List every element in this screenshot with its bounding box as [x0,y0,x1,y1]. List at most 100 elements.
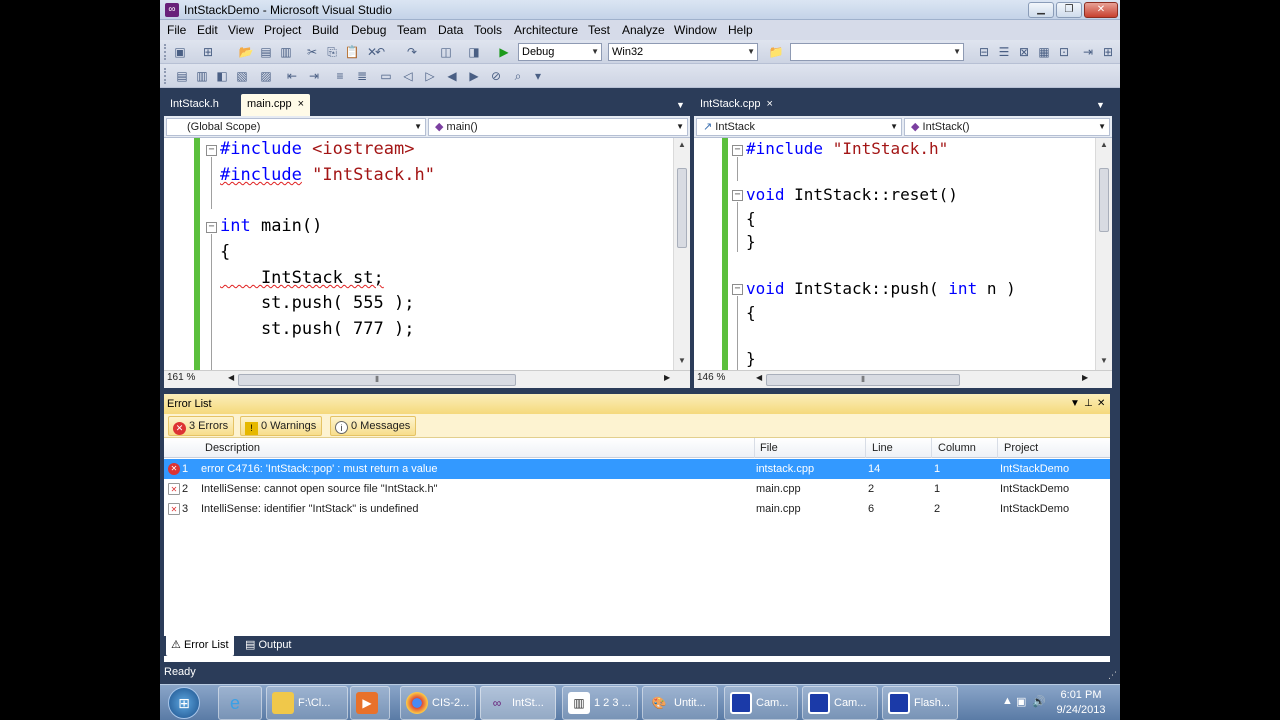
save-icon[interactable]: ▤ [258,44,274,60]
error-row[interactable]: ✕ 2 IntelliSense: cannot open source fil… [164,479,1110,499]
column-file[interactable]: File [760,442,778,454]
tab-error-list[interactable]: ⚠ Error List [166,636,234,656]
network-icon[interactable]: ▣ [1016,695,1026,708]
scope-combo[interactable]: ↗ IntStack ▼ [696,118,902,136]
menu-analyze[interactable]: Analyze [622,23,665,37]
next-bookmark-icon[interactable]: ▷ [422,68,438,84]
column-separator[interactable] [931,438,932,458]
close-button[interactable]: ✕ [1084,2,1118,18]
menu-team[interactable]: Team [397,23,426,37]
navigate-forward-icon[interactable]: ◨ [466,44,482,60]
fold-collapse-icon[interactable]: − [732,284,743,295]
toolbox-icon[interactable]: ▦ [1036,44,1052,60]
menu-project[interactable]: Project [264,23,301,37]
scroll-up-icon[interactable]: ▲ [1100,140,1108,149]
close-icon[interactable]: ✕ [1097,394,1105,414]
start-button[interactable]: ⊞ [168,687,200,719]
menu-build[interactable]: Build [312,23,339,37]
taskbar-document[interactable]: ▥ 1 2 3 ... [562,686,638,720]
scroll-right-icon[interactable]: ▶ [664,373,670,382]
zoom-level[interactable]: 161 % [167,372,195,383]
column-separator[interactable] [754,438,755,458]
menu-tools[interactable]: Tools [474,23,502,37]
menu-edit[interactable]: Edit [197,23,218,37]
vertical-scrollbar[interactable]: ▲ ▼ [1095,138,1112,370]
fold-collapse-icon[interactable]: − [732,190,743,201]
scope-combo[interactable]: (Global Scope) ▼ [166,118,426,136]
volume-icon[interactable]: 🔊 [1032,695,1046,708]
find-in-files-icon[interactable]: 📁 [768,44,784,60]
column-column[interactable]: Column [938,442,976,454]
close-icon[interactable]: × [298,98,304,110]
redo-icon[interactable]: ↷ [404,44,420,60]
taskbar-media-player[interactable]: ▶ [350,686,390,720]
pin-icon[interactable]: ⊥ [1084,394,1093,414]
cut-icon[interactable]: ✂ [304,44,320,60]
find-icon[interactable]: ⌕ [510,68,526,84]
menu-help[interactable]: Help [728,23,753,37]
column-project[interactable]: Project [1004,442,1038,454]
menu-window[interactable]: Window [674,23,717,37]
column-description[interactable]: Description [205,442,260,454]
maximize-button[interactable]: ❐ [1056,2,1082,18]
increase-indent-icon[interactable]: ⇥ [306,68,322,84]
error-row[interactable]: ✕ 3 IntelliSense: identifier "IntStack" … [164,499,1110,519]
save-all-icon[interactable]: ▥ [278,44,294,60]
taskbar-flash[interactable]: Flash... [882,686,958,720]
previous-bookmark-folder-icon[interactable]: ◀ [444,68,460,84]
tab-intstack-h[interactable]: IntStack.h [164,94,225,116]
menu-file[interactable]: File [167,23,186,37]
paste-icon[interactable]: 📋 [344,44,360,60]
taskbar-camtasia-1[interactable]: Cam... [724,686,798,720]
menu-test[interactable]: Test [588,23,610,37]
right-code-editor[interactable]: − − − #include "IntStack.h" void IntStac… [694,138,1112,370]
chevron-down-icon[interactable]: ▼ [676,100,685,110]
chevron-down-icon[interactable]: ▼ [1096,100,1105,110]
parameter-info-icon[interactable]: ▥ [194,68,210,84]
menu-view[interactable]: View [228,23,254,37]
column-separator[interactable] [997,438,998,458]
quick-info-icon[interactable]: ◧ [214,68,230,84]
tab-main-cpp[interactable]: main.cpp × [241,94,311,116]
scroll-left-icon[interactable]: ◀ [756,373,762,382]
toggle-bookmark-icon[interactable]: ▭ [378,68,394,84]
window-position-icon[interactable]: ▼ [1070,394,1080,414]
editor-margin[interactable] [164,138,194,370]
horizontal-scroll-thumb[interactable]: ⦀ [238,374,516,386]
clock[interactable]: 6:01 PM 9/24/2013 [1046,688,1116,718]
copy-icon[interactable]: ⎘ [324,44,340,60]
previous-bookmark-icon[interactable]: ◁ [400,68,416,84]
configuration-combo[interactable]: Debug ▼ [518,43,602,61]
complete-word-icon[interactable]: ▧ [234,68,250,84]
minimize-button[interactable]: ▁ [1028,2,1054,18]
menu-debug[interactable]: Debug [351,23,386,37]
scroll-down-icon[interactable]: ▼ [678,356,686,365]
start-page-icon[interactable]: ⊡ [1056,44,1072,60]
tab-intstack-cpp[interactable]: IntStack.cpp × [694,94,779,116]
warnings-filter-button[interactable]: ! 0 Warnings [240,416,323,436]
toolbar-options-icon[interactable]: ⊞ [1100,44,1116,60]
member-combo[interactable]: ◆ IntStack() ▼ [904,118,1110,136]
taskbar-internet-explorer[interactable]: e [218,686,262,720]
taskbar-camtasia-2[interactable]: Cam... [802,686,878,720]
undo-icon[interactable]: ↶ [372,44,388,60]
column-separator[interactable] [865,438,866,458]
scroll-right-icon[interactable]: ▶ [1082,373,1088,382]
scroll-thumb[interactable] [1099,168,1109,232]
errors-filter-button[interactable]: ✕ 3 Errors [168,416,235,436]
scroll-up-icon[interactable]: ▲ [678,140,686,149]
scroll-thumb[interactable] [677,168,687,248]
column-line[interactable]: Line [872,442,893,454]
zoom-level[interactable]: 146 % [697,372,725,383]
object-browser-icon[interactable]: ⊠ [1016,44,1032,60]
navigate-back-icon[interactable]: ◫ [438,44,454,60]
vertical-scrollbar[interactable]: ▲ ▼ [673,138,690,370]
platform-combo[interactable]: Win32 ▼ [608,43,758,61]
fold-collapse-icon[interactable]: − [206,222,217,233]
solution-explorer-icon[interactable]: ⊟ [976,44,992,60]
taskbar-paint[interactable]: 🎨 Untit... [642,686,718,720]
tab-output[interactable]: ▤ Output [240,636,297,656]
toolbar-options-icon[interactable]: ▾ [530,68,546,84]
scroll-down-icon[interactable]: ▼ [1100,356,1108,365]
fold-collapse-icon[interactable]: − [732,145,743,156]
